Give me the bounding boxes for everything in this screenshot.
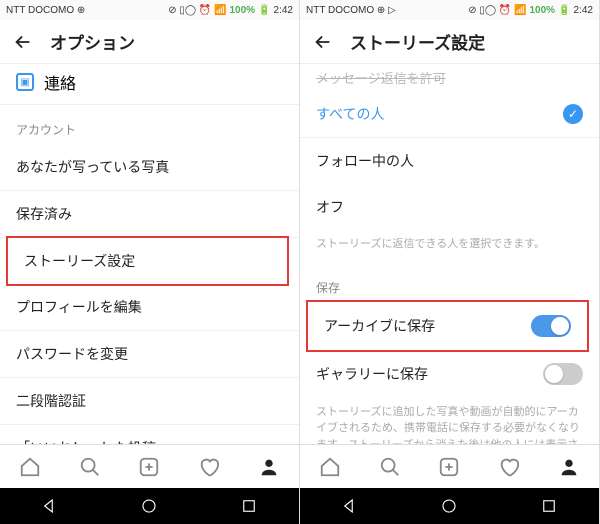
option-label: すべての人 — [316, 104, 384, 124]
nav-recent-icon[interactable] — [240, 497, 258, 515]
list-item[interactable]: 「いいね！」した投稿 — [0, 425, 299, 444]
list-item[interactable]: あなたが写っている写真 — [0, 144, 299, 191]
save-archive-row[interactable]: アーカイブに保存 — [306, 300, 589, 352]
android-nav-bar — [300, 488, 599, 524]
heart-icon[interactable] — [198, 456, 220, 478]
reply-option-everyone[interactable]: すべての人 ✓ — [300, 91, 599, 138]
status-icons: ⊘ ▯◯ ⏰ 📶 — [468, 5, 526, 16]
battery-label: 100% — [530, 5, 556, 16]
heart-icon[interactable] — [498, 456, 520, 478]
app-bar: ストーリーズ設定 — [300, 20, 599, 64]
back-icon[interactable] — [312, 31, 334, 53]
add-icon[interactable] — [438, 456, 460, 478]
item-label: ギャラリーに保存 — [316, 364, 428, 384]
cutoff-text: メッセージ返信を許可 — [300, 64, 599, 91]
time-label: 2:42 — [274, 5, 293, 16]
save-gallery-row[interactable]: ギャラリーに保存 — [300, 350, 599, 398]
reply-note: ストーリーズに返信できる人を選択できます。 — [300, 230, 599, 263]
profile-icon[interactable] — [258, 456, 280, 478]
contacts-icon: ▣ — [16, 73, 34, 91]
tab-bar — [0, 444, 299, 488]
home-icon[interactable] — [19, 456, 41, 478]
section-header-save: 保存 — [300, 263, 599, 302]
status-icons: ⊘ ▯◯ ⏰ 📶 — [168, 5, 226, 16]
nav-back-icon[interactable] — [341, 497, 359, 515]
battery-label: 100% — [230, 5, 256, 16]
home-icon[interactable] — [319, 456, 341, 478]
time-label: 2:42 — [574, 5, 593, 16]
carrier-label: NTT DOCOMO ⊕ ▷ — [306, 5, 396, 16]
phone-left: NTT DOCOMO ⊕ ⊘ ▯◯ ⏰ 📶 100% 🔋 2:42 オプション … — [0, 0, 300, 524]
status-bar: NTT DOCOMO ⊕ ⊘ ▯◯ ⏰ 📶 100% 🔋 2:42 — [0, 0, 299, 20]
section-header-account: アカウント — [0, 105, 299, 144]
toggle-gallery[interactable] — [543, 363, 583, 385]
item-label: 連絡 — [44, 70, 76, 94]
battery-icon: 🔋 — [258, 5, 270, 16]
reply-option-off[interactable]: オフ — [300, 184, 599, 230]
list-item[interactable]: パスワードを変更 — [0, 331, 299, 378]
battery-icon: 🔋 — [558, 5, 570, 16]
reply-option-following[interactable]: フォロー中の人 — [300, 138, 599, 184]
list-item-stories-settings[interactable]: ストーリーズ設定 — [6, 236, 289, 286]
app-bar: オプション — [0, 20, 299, 64]
check-icon: ✓ — [563, 104, 583, 124]
nav-recent-icon[interactable] — [540, 497, 558, 515]
nav-back-icon[interactable] — [41, 497, 59, 515]
item-label: アーカイブに保存 — [324, 316, 435, 336]
status-bar: NTT DOCOMO ⊕ ▷ ⊘ ▯◯ ⏰ 📶 100% 🔋 2:42 — [300, 0, 599, 20]
carrier-label: NTT DOCOMO ⊕ — [6, 5, 85, 16]
android-nav-bar — [0, 488, 299, 524]
profile-icon[interactable] — [558, 456, 580, 478]
add-icon[interactable] — [138, 456, 160, 478]
save-note: ストーリーズに追加した写真や動画が自動的にアーカイブされるため、携帯電話に保存す… — [300, 398, 599, 445]
stories-settings: メッセージ返信を許可 すべての人 ✓ フォロー中の人 オフ ストーリーズに返信で… — [300, 64, 599, 444]
toggle-archive[interactable] — [531, 315, 571, 337]
search-icon[interactable] — [79, 456, 101, 478]
phone-right: NTT DOCOMO ⊕ ▷ ⊘ ▯◯ ⏰ 📶 100% 🔋 2:42 ストーリ… — [300, 0, 600, 524]
page-title: ストーリーズ設定 — [350, 29, 485, 54]
back-icon[interactable] — [12, 31, 34, 53]
list-item[interactable]: 二段階認証 — [0, 378, 299, 425]
list-item[interactable]: プロフィールを編集 — [0, 284, 299, 331]
tab-bar — [300, 444, 599, 488]
search-icon[interactable] — [379, 456, 401, 478]
page-title: オプション — [50, 29, 135, 54]
nav-home-icon[interactable] — [140, 497, 158, 515]
nav-home-icon[interactable] — [440, 497, 458, 515]
options-list: ▣ 連絡 アカウント あなたが写っている写真 保存済み ストーリーズ設定 プロフ… — [0, 64, 299, 444]
list-item[interactable]: ▣ 連絡 — [0, 64, 299, 105]
list-item[interactable]: 保存済み — [0, 191, 299, 238]
